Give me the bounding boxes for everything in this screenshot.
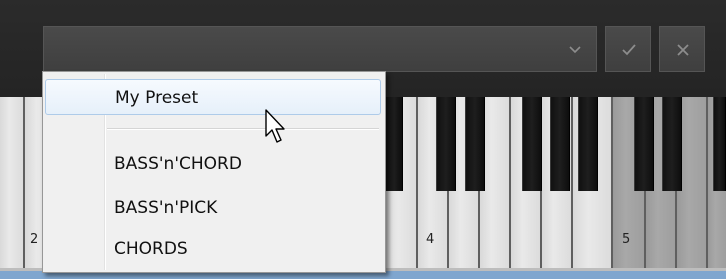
black-key[interactable] xyxy=(662,97,682,191)
menu-separator xyxy=(107,128,379,130)
octave-label: 2 xyxy=(30,232,39,247)
menu-item-label: BASS'n'PICK xyxy=(114,198,218,218)
black-key[interactable] xyxy=(465,97,485,191)
black-key[interactable] xyxy=(436,97,456,191)
instrument-window: 2 4 5 My Preset BASS'n'CHORD BASS'n'PICK… xyxy=(0,0,726,279)
menu-item-bass-n-pick[interactable]: BASS'n'PICK xyxy=(45,190,381,226)
mouse-cursor-icon xyxy=(265,109,285,143)
black-key[interactable] xyxy=(385,97,403,191)
menu-item-label: CHORDS xyxy=(114,239,188,259)
checkmark-icon xyxy=(622,44,636,56)
black-key[interactable] xyxy=(713,97,726,191)
chevron-down-icon[interactable] xyxy=(568,43,582,55)
menu-item-my-preset[interactable]: My Preset xyxy=(45,79,381,115)
close-icon xyxy=(677,44,689,56)
menu-item-label: BASS'n'CHORD xyxy=(114,154,242,174)
menu-item-label: My Preset xyxy=(115,88,199,108)
preset-dropdown[interactable] xyxy=(43,26,597,72)
black-key[interactable] xyxy=(634,97,654,191)
preset-menu: My Preset BASS'n'CHORD BASS'n'PICK CHORD… xyxy=(42,71,386,273)
black-key[interactable] xyxy=(578,97,598,191)
close-button[interactable] xyxy=(659,26,705,72)
octave-label: 5 xyxy=(622,232,631,247)
menu-item-bass-n-chord[interactable]: BASS'n'CHORD xyxy=(45,146,381,182)
black-key[interactable] xyxy=(550,97,570,191)
confirm-button[interactable] xyxy=(605,26,651,72)
menu-item-chords[interactable]: CHORDS xyxy=(45,231,381,267)
white-key[interactable] xyxy=(0,97,25,268)
octave-label: 4 xyxy=(426,232,435,247)
black-key[interactable] xyxy=(522,97,542,191)
